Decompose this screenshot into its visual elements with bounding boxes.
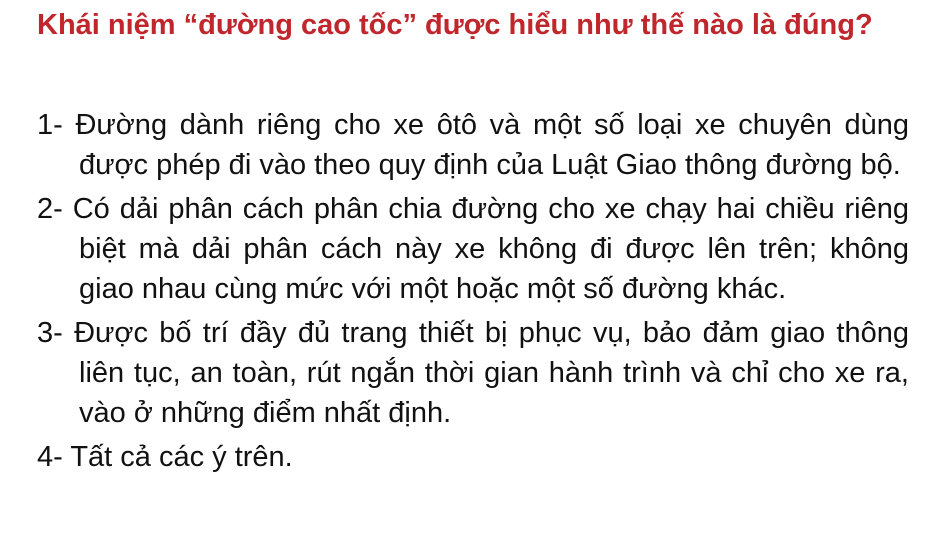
question-title: Khái niệm “đường cao tốc” được hiểu như … — [37, 9, 873, 41]
answer-option-4[interactable]: 4- Tất cả các ý trên. — [37, 437, 909, 477]
answer-option-1[interactable]: 1- Đường dành riêng cho xe ôtô và một số… — [37, 105, 909, 185]
answer-list: 1- Đường dành riêng cho xe ôtô và một số… — [37, 105, 909, 481]
answer-option-2[interactable]: 2- Có dải phân cách phân chia đường cho … — [37, 189, 909, 309]
answer-option-3[interactable]: 3- Được bố trí đầy đủ trang thiết bị phụ… — [37, 313, 909, 433]
slide: Khái niệm “đường cao tốc” được hiểu như … — [0, 0, 945, 553]
